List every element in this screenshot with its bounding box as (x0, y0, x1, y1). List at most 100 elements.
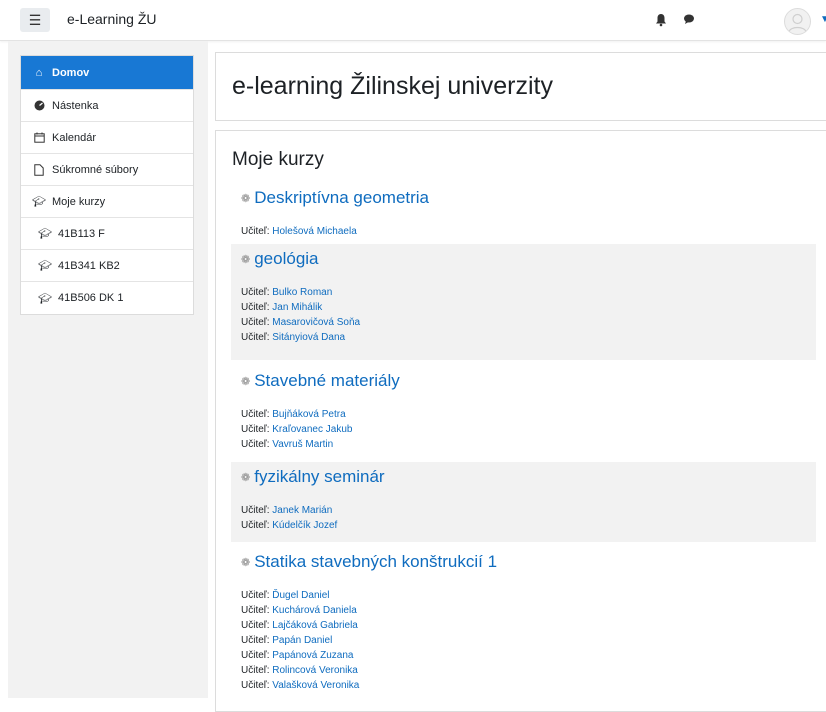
teacher-row: Učiteľ: Vavruš Martin (241, 437, 816, 452)
teacher-link[interactable]: Kuchárová Daniela (272, 605, 357, 616)
section-title: Moje kurzy (232, 149, 324, 170)
course-title-link[interactable]: ❁ fyzikálny seminár (241, 467, 816, 487)
course-icon: ❁ (241, 556, 251, 569)
course-item: ❁ fyzikálny seminár Učiteľ: Janek Marián Uč… (231, 462, 816, 542)
sidebar-item-label: Domov (52, 66, 90, 79)
course-title-link[interactable]: ❁ geológia (241, 249, 816, 269)
sidebar-item-course[interactable]: 🎓︎ 41B506 DK 1 (21, 282, 193, 314)
sidebar-item-home[interactable]: ⌂ Domov (21, 56, 193, 90)
dashboard-icon (32, 100, 46, 111)
course-title: fyzikálny seminár (254, 467, 385, 486)
avatar[interactable] (784, 8, 811, 35)
top-navbar: ☰ e-Learning ŽU ▼ (0, 0, 826, 41)
teacher-link[interactable]: Masarovičová Soňa (272, 317, 360, 328)
page-title: e-learning Žilinskej univerzity (232, 72, 553, 100)
teacher-link[interactable]: Kúdelčík Jozef (272, 520, 337, 531)
teacher-link[interactable]: Bulko Roman (272, 287, 332, 298)
course-title: Deskriptívna geometria (254, 188, 430, 207)
course-title-link[interactable]: ❁ Stavebné materiály (241, 371, 816, 391)
sidebar-item-private-files[interactable]: Súkromné súbory (21, 154, 193, 186)
teacher-link[interactable]: Holešová Michaela (272, 226, 357, 237)
teacher-row: Učiteľ: Valašková Veronika (241, 678, 816, 693)
teacher-link[interactable]: Jan Mihálik (272, 302, 322, 313)
teacher-label: Učiteľ: (241, 317, 273, 328)
course-icon: ❁ (241, 375, 251, 388)
course-title: geológia (254, 249, 319, 268)
teacher-row: Učiteľ: Holešová Michaela (241, 224, 816, 239)
teacher-row: Učiteľ: Kuchárová Daniela (241, 603, 816, 618)
course-item: ❁ Stavebné materiály Učiteľ: Bujňáková Pet… (231, 366, 816, 456)
teacher-list: Učiteľ: Bujňáková Petra Učiteľ: Kraľovane… (241, 407, 816, 452)
teacher-row: Učiteľ: Papán Daniel (241, 633, 816, 648)
sidebar-item-calendar[interactable]: Kalendár (21, 122, 193, 154)
page-header: e-learning Žilinskej univerzity (215, 52, 826, 121)
teacher-list: Učiteľ: Janek Marián Učiteľ: Kúdelčík Joz… (241, 503, 816, 533)
site-name[interactable]: e-Learning ŽU (67, 11, 157, 27)
teacher-row: Učiteľ: Kúdelčík Jozef (241, 518, 816, 533)
course-title: Stavebné materiály (254, 371, 400, 390)
teacher-link[interactable]: Vavruš Martin (272, 439, 333, 450)
sidebar-item-label: Kalendár (52, 131, 97, 144)
teacher-label: Učiteľ: (241, 635, 273, 646)
teacher-label: Učiteľ: (241, 409, 273, 420)
teacher-label: Učiteľ: (241, 620, 273, 631)
teacher-link[interactable]: Valašková Veronika (272, 680, 359, 691)
course-icon: ❁ (241, 253, 251, 266)
graduation-cap-icon: 🎓︎ (38, 260, 52, 272)
teacher-row: Učiteľ: Janek Marián (241, 503, 816, 518)
teacher-row: Učiteľ: Bujňáková Petra (241, 407, 816, 422)
teacher-list: Učiteľ: Ďugel Daniel Učiteľ: Kuchárová Da… (241, 588, 816, 693)
chat-icon[interactable] (683, 13, 695, 25)
teacher-link[interactable]: Rolincová Veronika (272, 665, 358, 676)
teacher-link[interactable]: Bujňáková Petra (272, 409, 345, 420)
sidebar-item-dashboard[interactable]: Nástenka (21, 90, 193, 122)
sidebar-item-my-courses[interactable]: 🎓︎ Moje kurzy (21, 186, 193, 218)
sidebar-item-label: 41B506 DK 1 (58, 292, 124, 304)
course-item: ❁ Statika stavebných konštrukcií 1 Učiteľ:… (231, 547, 816, 707)
sidebar-item-label: Súkromné súbory (52, 163, 139, 176)
teacher-list: Učiteľ: Holešová Michaela (241, 224, 816, 239)
sidebar-nav: ⌂ Domov Nástenka Kalendár Súkromné súbor… (20, 55, 194, 315)
chevron-down-icon[interactable]: ▼ (820, 14, 826, 25)
course-icon: ❁ (241, 471, 251, 484)
teacher-label: Učiteľ: (241, 680, 273, 691)
course-title-link[interactable]: ❁ Deskriptívna geometria (241, 188, 816, 208)
teacher-label: Učiteľ: (241, 332, 273, 343)
teacher-row: Učiteľ: Lajčáková Gabriela (241, 618, 816, 633)
teacher-label: Učiteľ: (241, 439, 273, 450)
teacher-label: Učiteľ: (241, 302, 273, 313)
teacher-label: Učiteľ: (241, 665, 273, 676)
teacher-link[interactable]: Ďugel Daniel (272, 590, 329, 601)
teacher-link[interactable]: Lajčáková Gabriela (272, 620, 358, 631)
teacher-label: Učiteľ: (241, 590, 273, 601)
teacher-link[interactable]: Janek Marián (272, 505, 332, 516)
sidebar-item-label: Nástenka (52, 99, 99, 112)
teacher-label: Učiteľ: (241, 287, 273, 298)
calendar-icon (32, 132, 46, 143)
graduation-cap-icon: 🎓︎ (38, 292, 52, 305)
sidebar-item-course[interactable]: 🎓︎ 41B113 F (21, 218, 193, 250)
course-list-panel: Moje kurzy ❁ Deskriptívna geometria Učiteľ… (215, 130, 826, 712)
teacher-list: Učiteľ: Bulko Roman Učiteľ: Jan Mihálik Uč… (241, 285, 816, 345)
hamburger-icon[interactable]: ☰ (20, 8, 50, 32)
teacher-link[interactable]: Kraľovanec Jakub (272, 424, 352, 435)
course-title-link[interactable]: ❁ Statika stavebných konštrukcií 1 (241, 552, 816, 572)
sidebar-item-label: 41B341 KB2 (58, 259, 120, 272)
teacher-row: Učiteľ: Masarovičová Soňa (241, 315, 816, 330)
teacher-row: Učiteľ: Kraľovanec Jakub (241, 422, 816, 437)
teacher-row: Učiteľ: Papánová Zuzana (241, 648, 816, 663)
course-icon: ❁ (241, 192, 251, 205)
sidebar-item-course[interactable]: 🎓︎ 41B341 KB2 (21, 250, 193, 282)
teacher-row: Učiteľ: Bulko Roman (241, 285, 816, 300)
teacher-link[interactable]: Papán Daniel (272, 635, 332, 646)
teacher-row: Učiteľ: Ďugel Daniel (241, 588, 816, 603)
sidebar-item-label: Moje kurzy (52, 195, 106, 208)
teacher-link[interactable]: Sitányiová Dana (272, 332, 345, 343)
sidebar: ⌂ Domov Nástenka Kalendár Súkromné súbor… (8, 41, 208, 698)
teacher-row: Učiteľ: Sitányiová Dana (241, 330, 816, 345)
teacher-label: Učiteľ: (241, 505, 273, 516)
file-icon (32, 163, 46, 176)
bell-icon[interactable] (655, 13, 667, 27)
teacher-row: Učiteľ: Jan Mihálik (241, 300, 816, 315)
teacher-link[interactable]: Papánová Zuzana (272, 650, 353, 661)
